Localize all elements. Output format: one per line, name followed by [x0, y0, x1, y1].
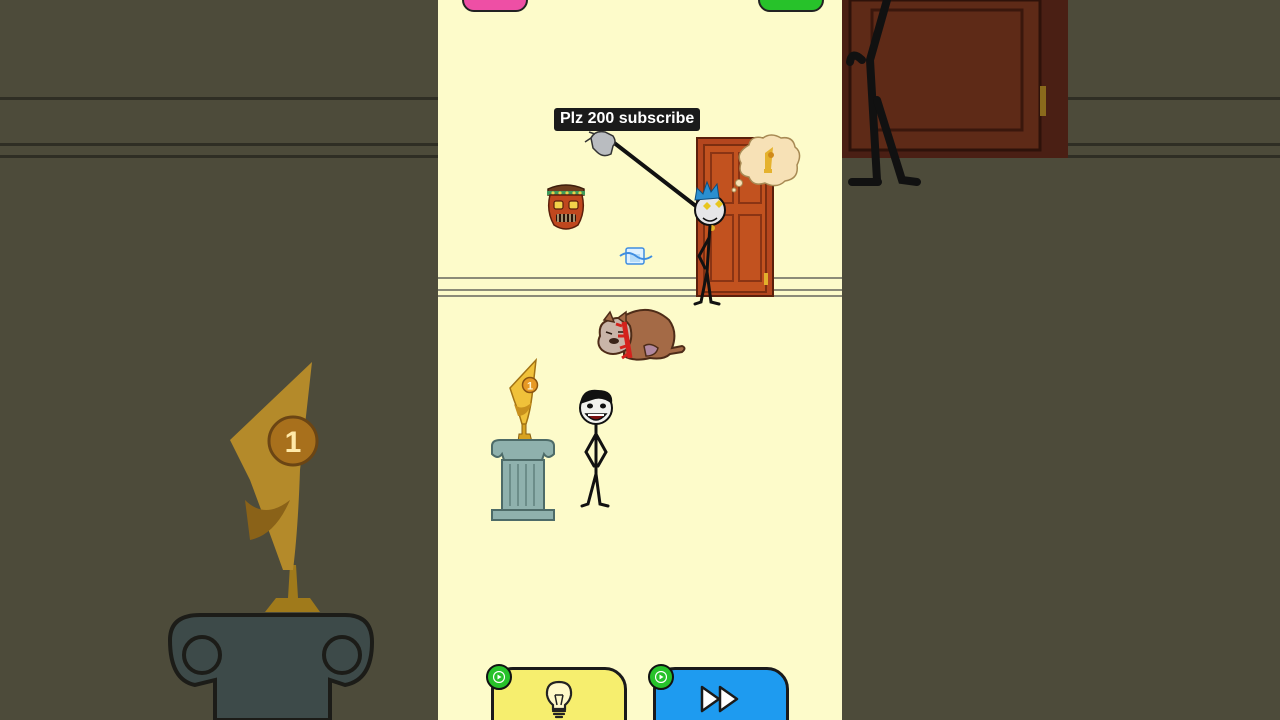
lightbulb-icon [545, 680, 573, 719]
watch-ad-badge [486, 664, 512, 690]
sleeping-bulldog[interactable] [594, 306, 688, 364]
play-video-icon [655, 671, 667, 683]
background-left-blur: 1 [0, 0, 438, 720]
game-screen: Plz 200 subscribe 1 [438, 0, 842, 720]
blurred-door-and-stickman [842, 0, 1068, 186]
top-left-button-edge[interactable] [462, 0, 528, 12]
top-right-button-edge[interactable] [758, 0, 824, 12]
trophy-on-pedestal[interactable]: 1 [488, 356, 558, 524]
background-right-blur [842, 0, 1280, 720]
blurred-trophy-pedestal: 1 [167, 362, 375, 720]
watch-ad-badge [648, 664, 674, 690]
tiki-mask[interactable] [544, 183, 588, 231]
play-video-icon [493, 671, 505, 683]
fast-forward-icon [700, 685, 739, 713]
boy-stickman-character[interactable] [572, 386, 620, 512]
trophy-rank-number: 1 [527, 381, 533, 393]
hint-button[interactable] [486, 664, 627, 720]
punk-stickman-character[interactable] [583, 128, 743, 308]
svg-text:1: 1 [285, 426, 302, 459]
skip-level-button[interactable] [648, 664, 789, 720]
